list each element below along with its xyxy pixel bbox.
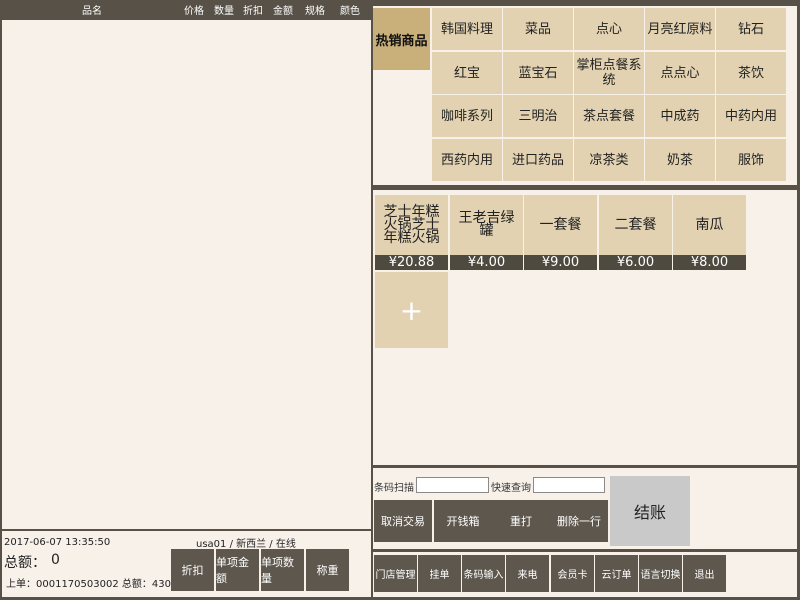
weigh-button[interactable]: 称重 bbox=[306, 549, 349, 591]
last-order-info: 上单：0001170503002 总额：43000 bbox=[6, 579, 184, 590]
item-quantity-button[interactable]: 单项数量 bbox=[261, 549, 304, 591]
hot-products-tab[interactable]: 热销商品 bbox=[373, 8, 430, 70]
store-management-button[interactable]: 门店管理 bbox=[374, 555, 417, 592]
category-item[interactable]: 凉茶类 bbox=[574, 139, 644, 181]
col-amount: 金额 bbox=[273, 6, 293, 17]
col-spec: 规格 bbox=[305, 6, 325, 17]
category-item[interactable]: 服饰 bbox=[716, 139, 786, 181]
datetime: 2017-06-07 13:35:50 bbox=[4, 537, 111, 548]
action-panel: 条码扫描 快速查询 取消交易 开钱箱 重打 删除一行 结账 bbox=[373, 468, 797, 549]
barcode-label: 条码扫描 bbox=[374, 483, 414, 494]
product-name: 二套餐 bbox=[599, 195, 672, 255]
total-value: 0 bbox=[51, 552, 60, 568]
hold-order-button[interactable]: 挂单 bbox=[418, 555, 461, 592]
cloud-order-button[interactable]: 云订单 bbox=[595, 555, 638, 592]
cancel-transaction-button[interactable]: 取消交易 bbox=[374, 500, 432, 542]
product-price: ¥20.88 bbox=[375, 255, 448, 270]
category-item[interactable]: 奶茶 bbox=[645, 139, 715, 181]
category-item[interactable]: 点心 bbox=[574, 8, 644, 50]
item-amount-button[interactable]: 单项金额 bbox=[216, 549, 259, 591]
barcode-entry-button[interactable]: 条码输入 bbox=[462, 555, 505, 592]
quick-search-input[interactable] bbox=[533, 477, 605, 493]
product-price: ¥4.00 bbox=[450, 255, 523, 270]
member-card-button[interactable]: 会员卡 bbox=[551, 555, 594, 592]
order-list[interactable] bbox=[2, 20, 371, 529]
col-qty: 数量 bbox=[214, 6, 234, 17]
category-item[interactable]: 菜品 bbox=[503, 8, 573, 50]
incoming-call-button[interactable]: 来电 bbox=[506, 555, 549, 592]
product-name: 南瓜 bbox=[673, 195, 746, 255]
category-item[interactable]: 咖啡系列 bbox=[432, 95, 502, 137]
barcode-input[interactable] bbox=[416, 477, 489, 493]
category-item[interactable]: 三明治 bbox=[503, 95, 573, 137]
order-table-header: 品名 价格 数量 折扣 金额 规格 颜色 bbox=[2, 3, 371, 20]
category-item[interactable]: 进口药品 bbox=[503, 139, 573, 181]
category-item[interactable]: 茶点套餐 bbox=[574, 95, 644, 137]
category-item[interactable]: 中成药 bbox=[645, 95, 715, 137]
checkout-button[interactable]: 结账 bbox=[610, 476, 690, 546]
category-item[interactable]: 茶饮 bbox=[716, 52, 786, 94]
col-discount: 折扣 bbox=[243, 6, 263, 17]
quick-search-label: 快速查询 bbox=[491, 483, 531, 494]
product-tile[interactable]: 二套餐 ¥6.00 bbox=[599, 195, 672, 270]
order-panel: 品名 价格 数量 折扣 金额 规格 颜色 bbox=[2, 3, 371, 529]
product-name: 一套餐 bbox=[524, 195, 597, 255]
discount-button[interactable]: 折扣 bbox=[171, 549, 214, 591]
product-price: ¥9.00 bbox=[524, 255, 597, 270]
product-tile[interactable]: 南瓜 ¥8.00 bbox=[673, 195, 746, 270]
exit-button[interactable]: 退出 bbox=[683, 555, 726, 592]
open-cashbox-button[interactable]: 开钱箱 bbox=[434, 500, 492, 542]
product-panel: 芝士年糕火锅芝士年糕火锅 ¥20.88 王老吉绿罐 ¥4.00 一套餐 ¥9.00 二套餐 ¥… bbox=[373, 190, 797, 465]
category-item[interactable]: 蓝宝石 bbox=[503, 52, 573, 94]
category-item[interactable]: 月亮红原料 bbox=[645, 8, 715, 50]
category-item[interactable]: 中药内用 bbox=[716, 95, 786, 137]
category-item[interactable]: 韩国料理 bbox=[432, 8, 502, 50]
delete-row-button[interactable]: 删除一行 bbox=[550, 500, 608, 542]
category-item[interactable]: 红宝 bbox=[432, 52, 502, 94]
category-item[interactable]: 西药内用 bbox=[432, 139, 502, 181]
category-item[interactable]: 钻石 bbox=[716, 8, 786, 50]
category-panel: 热销商品 韩国料理 菜品 点心 月亮红原料 钻石红宝 蓝宝石 掌柜点餐系统 点点心 茶饮咖啡系列… bbox=[373, 6, 797, 185]
product-price: ¥6.00 bbox=[599, 255, 672, 270]
product-tile[interactable]: 芝士年糕火锅芝士年糕火锅 ¥20.88 bbox=[375, 195, 448, 270]
product-name: 王老吉绿罐 bbox=[450, 195, 523, 255]
category-item[interactable]: 掌柜点餐系统 bbox=[574, 52, 644, 94]
col-color: 颜色 bbox=[340, 6, 360, 17]
language-switch-button[interactable]: 语言切换 bbox=[639, 555, 682, 592]
bottom-toolbar: 门店管理 挂单 条码输入 来电 会员卡 云订单 语言切换 退出 bbox=[373, 552, 797, 597]
product-price: ¥8.00 bbox=[673, 255, 746, 270]
col-name: 品名 bbox=[82, 6, 102, 17]
product-tile[interactable]: 一套餐 ¥9.00 bbox=[524, 195, 597, 270]
total-label: 总额： bbox=[4, 555, 46, 571]
product-tile[interactable]: 王老吉绿罐 ¥4.00 bbox=[450, 195, 523, 270]
user-info: usa01 / 新西兰 / 在线 bbox=[196, 539, 296, 550]
category-item[interactable]: 点点心 bbox=[645, 52, 715, 94]
summary-panel: 2017-06-07 13:35:50 usa01 / 新西兰 / 在线 总额：… bbox=[2, 531, 371, 597]
add-product-button[interactable]: + bbox=[375, 272, 448, 348]
reprint-button[interactable]: 重打 bbox=[492, 500, 550, 542]
product-name: 芝士年糕火锅芝士年糕火锅 bbox=[375, 195, 448, 255]
col-price: 价格 bbox=[184, 6, 204, 17]
